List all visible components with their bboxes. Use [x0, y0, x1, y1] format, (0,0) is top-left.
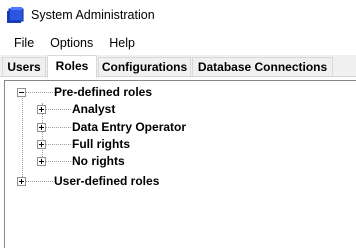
expand-icon[interactable] — [37, 157, 46, 166]
tree-connector — [23, 181, 53, 183]
tree-node-role[interactable]: No rights — [72, 153, 125, 170]
tree-node-user-defined-roles[interactable]: User-defined roles — [54, 173, 159, 190]
menu-bar: File Options Help — [0, 33, 356, 53]
title-bar: System Administration — [0, 0, 356, 31]
window-title: System Administration — [31, 8, 155, 22]
tree-node-predefined-roles[interactable]: Pre-defined roles — [54, 84, 152, 101]
tree-node-role[interactable]: Data Entry Operator — [72, 119, 186, 136]
menu-help[interactable]: Help — [101, 33, 143, 53]
expand-icon[interactable] — [17, 177, 26, 186]
menu-file[interactable]: File — [6, 33, 42, 53]
tree-connector — [43, 144, 71, 146]
tab-database-connections[interactable]: Database Connections — [192, 57, 333, 76]
tree-connector — [43, 109, 71, 111]
tree-connector — [43, 161, 71, 163]
tree-connector — [43, 127, 71, 129]
expand-icon[interactable] — [37, 140, 46, 149]
expand-icon[interactable] — [37, 105, 46, 114]
tree-node-role[interactable]: Analyst — [72, 101, 115, 118]
tab-roles[interactable]: Roles — [47, 55, 97, 78]
tree-node-role[interactable]: Full rights — [72, 136, 130, 153]
collapse-icon[interactable] — [17, 88, 26, 97]
tab-configurations[interactable]: Configurations — [98, 57, 191, 76]
tree-connector — [23, 92, 53, 94]
roles-tree[interactable]: Pre-defined roles Analyst Data Entry Ope… — [4, 80, 356, 248]
menu-options[interactable]: Options — [42, 33, 101, 53]
tab-users[interactable]: Users — [2, 57, 46, 76]
tab-strip: Users Roles Configurations Database Conn… — [0, 55, 356, 78]
expand-icon[interactable] — [37, 123, 46, 132]
app-icon — [7, 7, 24, 23]
tree-connector — [22, 95, 24, 181]
